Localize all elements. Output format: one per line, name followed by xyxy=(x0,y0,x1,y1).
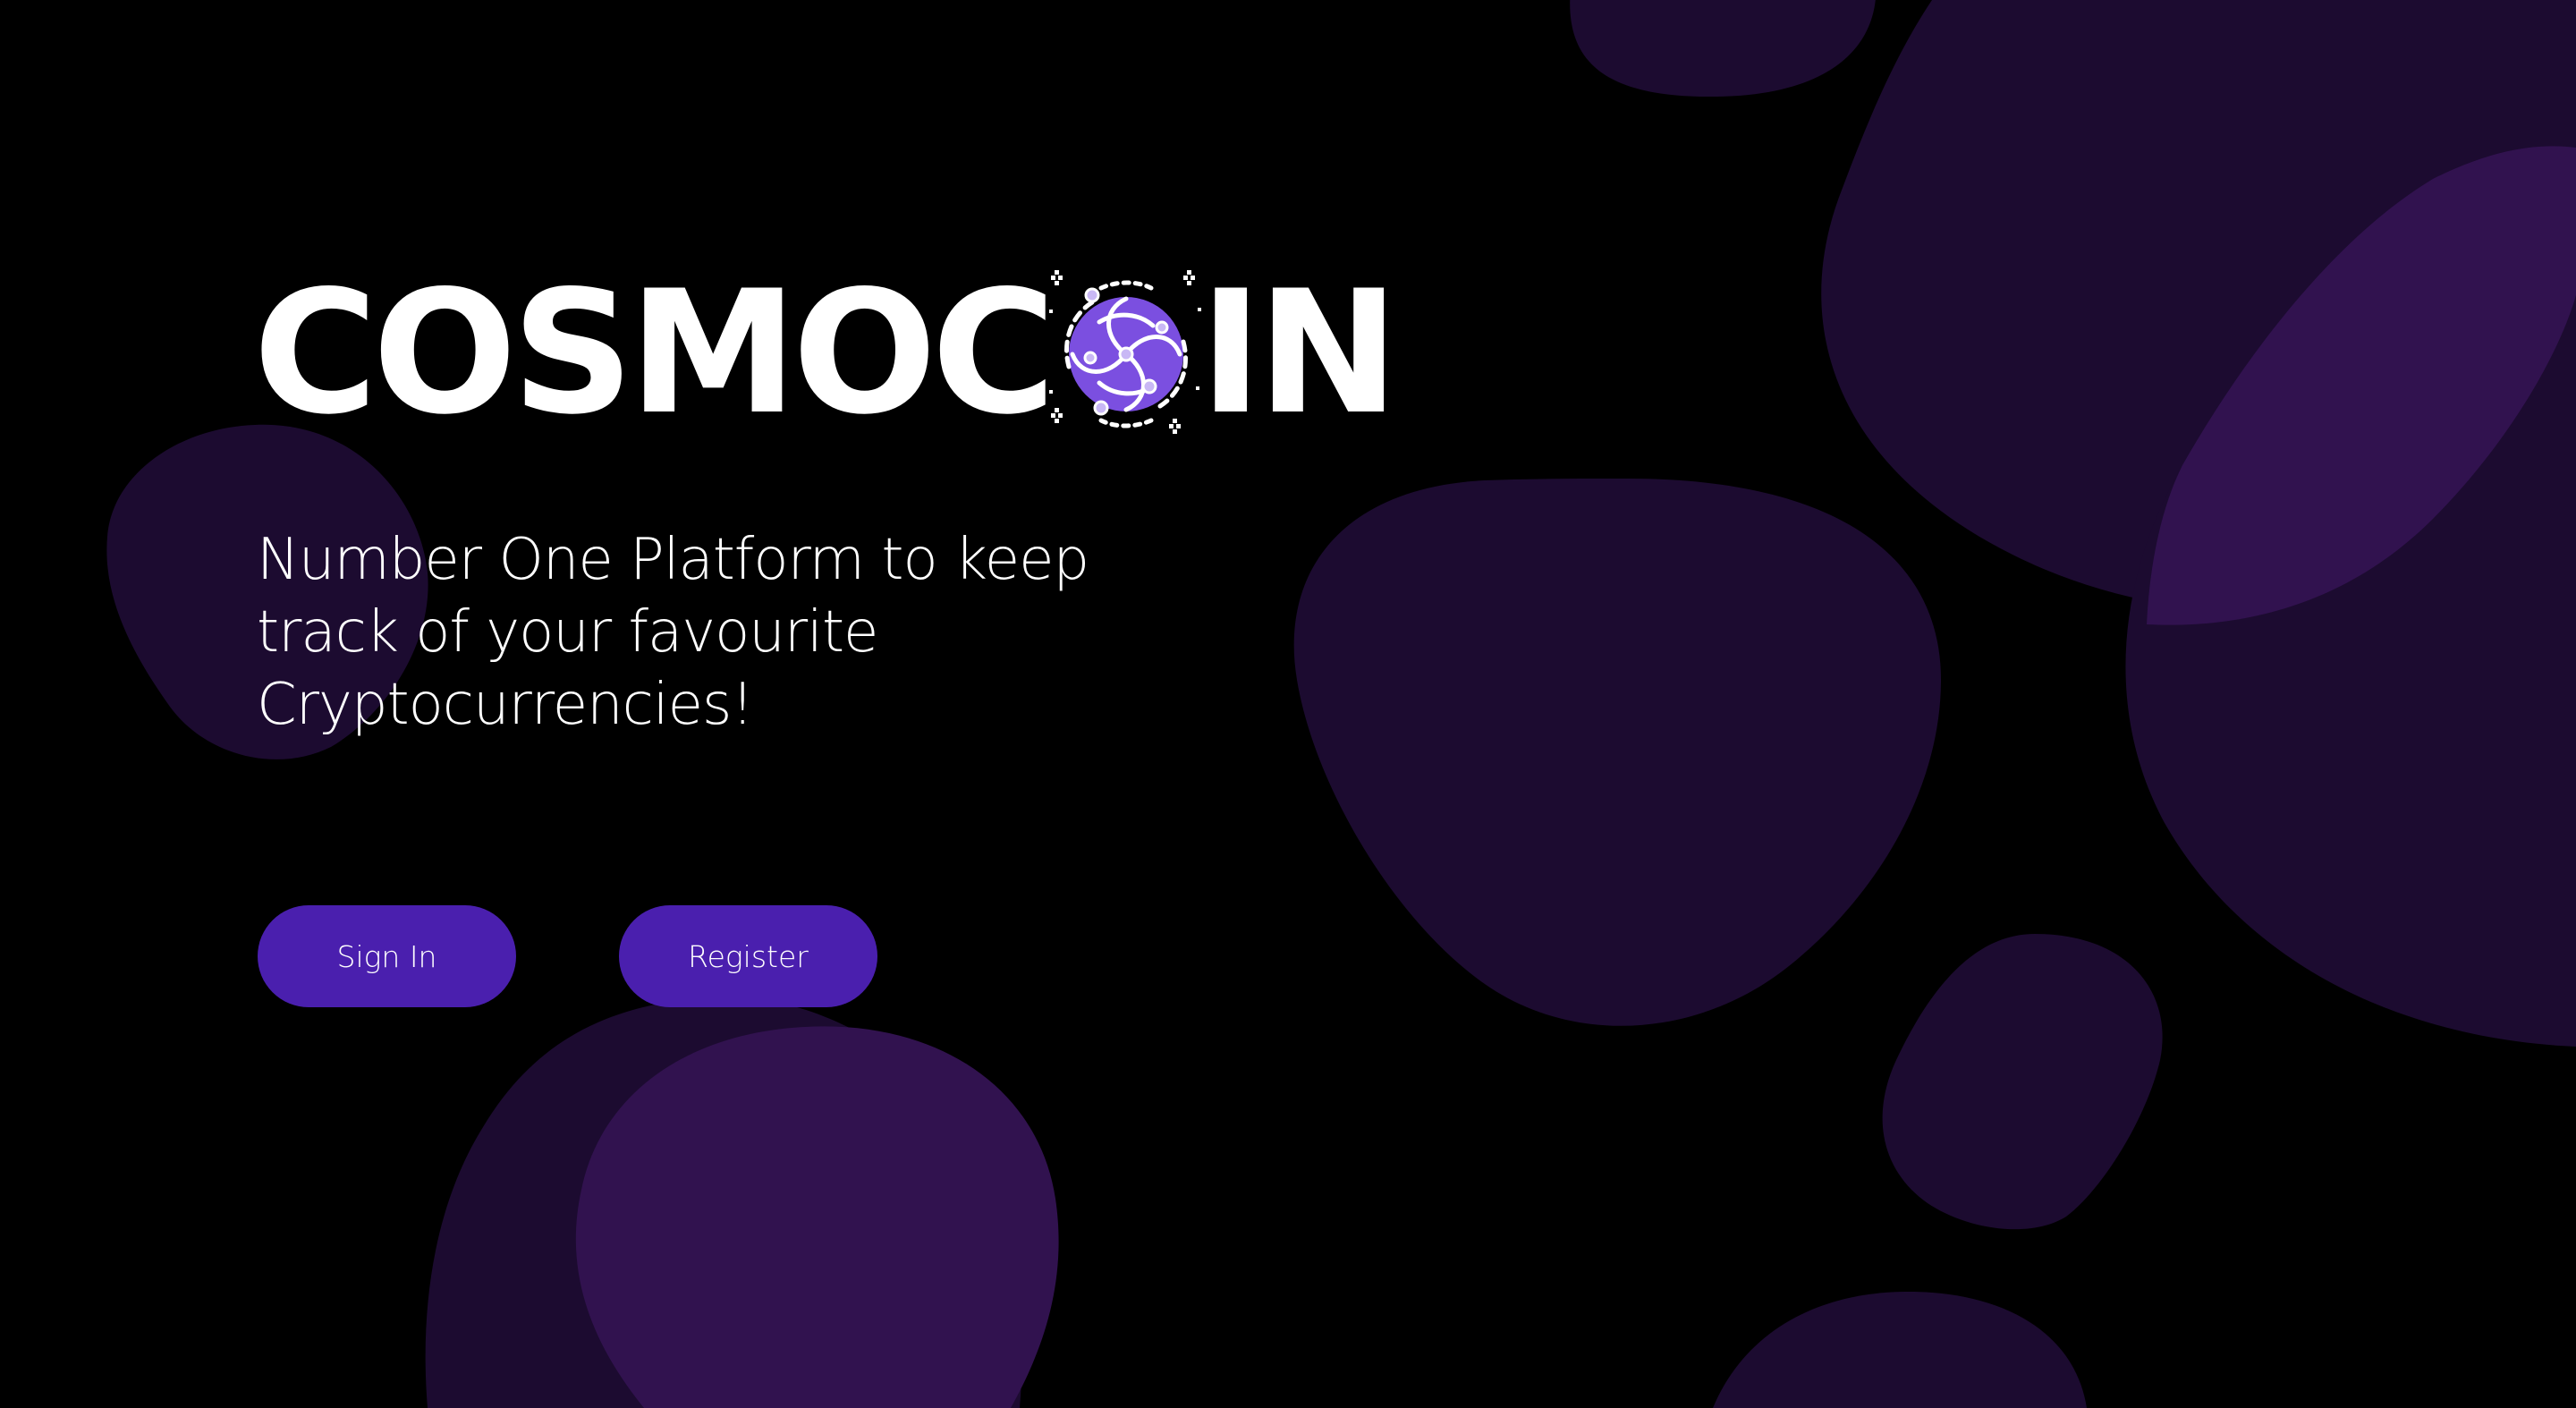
tagline-line-3: Cryptocurrencies! xyxy=(257,672,754,738)
galaxy-coin-icon xyxy=(1048,270,1201,434)
tagline-line-1: Number One Platform to keep xyxy=(257,527,1089,593)
brand-name-suffix: IN xyxy=(1199,254,1400,452)
brand-name-prefix: COSMOC xyxy=(253,254,1056,452)
register-button[interactable]: Register xyxy=(619,905,877,1007)
hero-section: COSMOC IN Number One Platform to keep tr… xyxy=(0,0,2576,1408)
tagline-line-2: track of your favourite xyxy=(257,599,878,666)
hero-tagline: Number One Platform to keep track of you… xyxy=(257,524,1151,742)
sign-in-button[interactable]: Sign In xyxy=(258,905,516,1007)
brand-logo: COSMOC IN xyxy=(253,254,1400,452)
